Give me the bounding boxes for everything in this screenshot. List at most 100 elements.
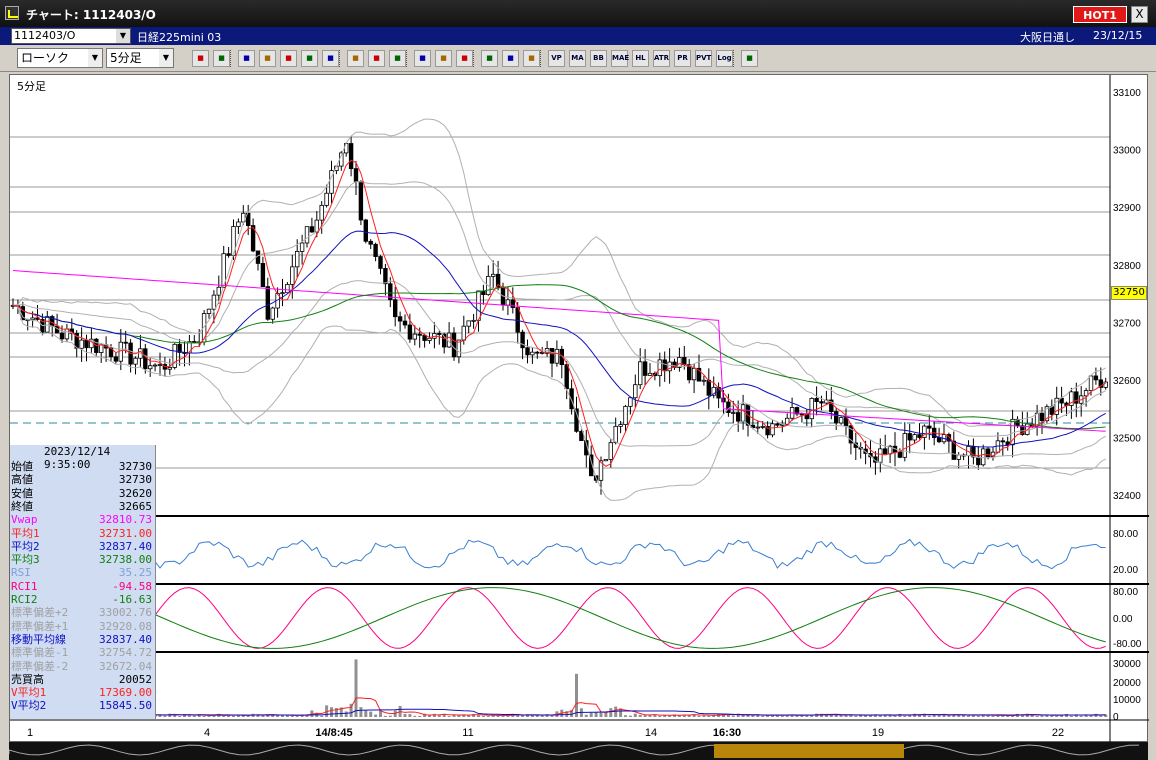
chevron-down-icon[interactable]: ▼ xyxy=(159,49,173,67)
candle-body xyxy=(912,434,917,441)
candle-body xyxy=(760,426,765,428)
volume-bar xyxy=(388,715,392,717)
time-tick-label: 4 xyxy=(204,727,210,739)
candle-down-icon[interactable]: ■ xyxy=(368,50,385,67)
volume-bar xyxy=(584,714,588,717)
bb-lower2 xyxy=(12,304,1106,501)
toolbar-atr-button[interactable]: ATR xyxy=(653,50,670,67)
box-icon[interactable]: ■ xyxy=(280,50,297,67)
zoom-icon[interactable]: ■ xyxy=(192,50,209,67)
candle-body xyxy=(736,412,741,422)
fib-icon[interactable]: ■ xyxy=(259,50,276,67)
brush-icon[interactable]: ■ xyxy=(502,50,519,67)
close-icon[interactable]: X xyxy=(1131,6,1148,23)
toolbar-log-button[interactable]: Log xyxy=(716,50,733,67)
info-row: 標準偏差-1 32754.72 xyxy=(10,646,154,659)
chevron-down-icon[interactable]: ▼ xyxy=(88,49,102,67)
scroll-thumb[interactable] xyxy=(714,744,904,758)
color-icon[interactable]: ■ xyxy=(523,50,540,67)
volume-bar xyxy=(369,711,373,717)
volume-bar xyxy=(638,714,642,717)
candle-body xyxy=(1083,390,1089,397)
info-label: 高値 xyxy=(11,473,33,487)
symbol-select[interactable]: 1112403/O ▼ xyxy=(11,28,131,44)
price-tick-label: 32400 xyxy=(1113,491,1141,502)
ruler-icon[interactable]: ■ xyxy=(301,50,318,67)
volume-bar xyxy=(437,715,441,717)
info-value: -16.63 xyxy=(112,593,152,606)
trend-icon[interactable]: ■ xyxy=(238,50,255,67)
toolbar-vp-button[interactable]: VP xyxy=(548,50,565,67)
volume-bar xyxy=(535,715,539,717)
cursor-icon[interactable]: ■ xyxy=(435,50,452,67)
candle-body xyxy=(628,397,633,407)
volume-bar xyxy=(481,715,485,717)
info-label: 売買高 xyxy=(11,672,44,686)
volume-bar xyxy=(354,659,358,717)
candle-body xyxy=(642,361,648,376)
candle-body xyxy=(902,433,907,458)
toolbar-mae-button[interactable]: MAE xyxy=(611,50,629,67)
toolbar-pvt-button[interactable]: PVT xyxy=(695,50,712,67)
hot-button[interactable]: HOT1 xyxy=(1073,6,1127,23)
toolbar-ma-button[interactable]: MA xyxy=(569,50,586,67)
candle-body xyxy=(476,290,481,321)
info-value: 17369.00 xyxy=(99,686,152,700)
volume-bar xyxy=(589,712,593,717)
info-label: 終値 xyxy=(11,499,33,513)
info-row: 標準偏差+1 32920.08 xyxy=(10,620,154,633)
lock-icon[interactable]: ■ xyxy=(322,50,339,67)
candle-body xyxy=(647,372,653,376)
volume-bar xyxy=(232,715,235,717)
info-label: 始値 xyxy=(11,460,33,473)
candle-body xyxy=(79,339,84,349)
volume-bar xyxy=(854,715,858,717)
rsi-line xyxy=(12,538,1106,570)
volume-bar xyxy=(403,713,407,717)
candle-body xyxy=(549,348,555,364)
candle-body xyxy=(123,341,128,344)
candle-body xyxy=(412,333,417,340)
export-icon[interactable]: ■ xyxy=(741,50,758,67)
info-value: 35.25 xyxy=(118,566,152,580)
chevron-down-icon[interactable]: ▼ xyxy=(116,29,130,43)
info-value: 15845.50 xyxy=(99,699,152,713)
volume-bar xyxy=(624,715,627,717)
volume-bar xyxy=(628,715,632,717)
volume-bar xyxy=(761,715,765,717)
rci-tick-label: -80.00 xyxy=(1113,639,1142,650)
candle-body xyxy=(1103,381,1108,388)
settings-icon[interactable]: ■ xyxy=(481,50,498,67)
volume-bar xyxy=(418,715,422,717)
info-label: 平均3 xyxy=(11,553,40,567)
pen-icon[interactable]: ■ xyxy=(414,50,431,67)
candle-body xyxy=(348,143,354,170)
volume-bar xyxy=(927,715,931,717)
candle-body xyxy=(358,181,364,221)
chart-area[interactable]: 33100 33000 32900 32800 32700 32600 32500 32400… xyxy=(9,74,1149,743)
candle-body xyxy=(554,348,560,364)
crosshair-icon[interactable]: ■ xyxy=(213,50,230,67)
volume-bar xyxy=(408,714,412,717)
all-icon[interactable]: ■ xyxy=(389,50,406,67)
interval-select[interactable]: 5分足 ▼ xyxy=(106,48,174,68)
time-scrollbar[interactable] xyxy=(9,742,1148,760)
candle-body xyxy=(118,341,123,362)
candle-up-icon[interactable]: ■ xyxy=(347,50,364,67)
undo-icon[interactable]: ■ xyxy=(456,50,473,67)
toolbar-hl-button[interactable]: HL xyxy=(632,50,649,67)
candle-body xyxy=(143,348,148,370)
chart-canvas[interactable]: 33100 33000 32900 32800 32700 32600 32500 32400… xyxy=(10,75,1149,743)
candle-body xyxy=(1000,440,1005,443)
candle-body xyxy=(520,331,525,349)
volume-bar xyxy=(702,715,706,717)
candle-body xyxy=(740,404,746,422)
period-label: 5分足 xyxy=(17,80,46,93)
chart-type-select[interactable]: ローソク ▼ xyxy=(17,48,103,68)
toolbar-pr-button[interactable]: PR xyxy=(674,50,691,67)
info-value: 32730 xyxy=(118,473,152,487)
toolbar-separator xyxy=(473,50,476,67)
toolbar-bb-button[interactable]: BB xyxy=(590,50,607,67)
volume-bar xyxy=(991,715,995,717)
chart-type-value: ローソク xyxy=(21,51,70,65)
